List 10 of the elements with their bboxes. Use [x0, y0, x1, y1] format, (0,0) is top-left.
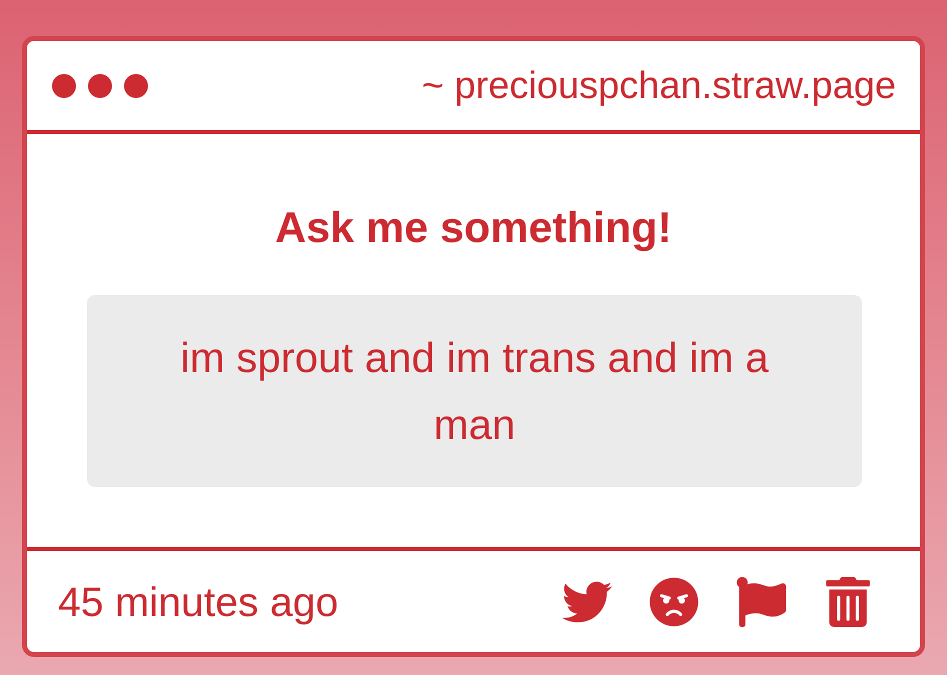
trash-icon — [823, 576, 873, 626]
report-button[interactable] — [736, 576, 786, 626]
delete-button[interactable] — [823, 576, 873, 626]
angry-face-icon — [649, 576, 699, 626]
flag-icon — [736, 576, 786, 626]
prompt-title: Ask me something! — [275, 204, 672, 252]
question-text: im sprout and im trans and im a man — [179, 333, 770, 450]
angry-button[interactable] — [649, 576, 699, 626]
page-address: ~ preciouspchan.straw.page — [422, 64, 896, 108]
time-label: 45 minutes ago — [58, 578, 338, 624]
